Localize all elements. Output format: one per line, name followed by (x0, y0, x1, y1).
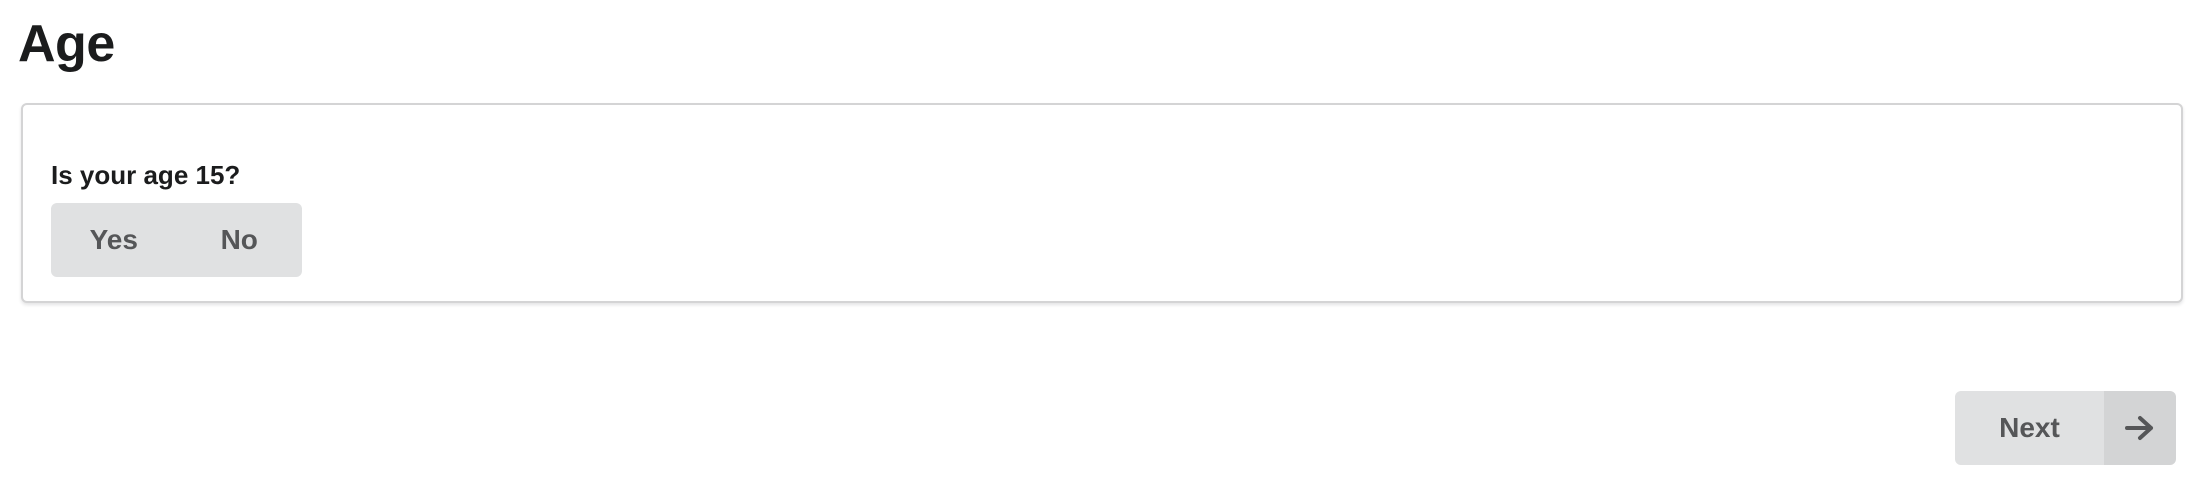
question-card: Is your age 15? Yes No (21, 103, 2183, 303)
next-button-label: Next (1955, 391, 2104, 465)
survey-page: Age Is your age 15? Yes No Next (0, 0, 2198, 490)
page-title: Age (18, 15, 115, 73)
yes-button[interactable]: Yes (51, 203, 177, 277)
arrow-right-icon (2104, 391, 2176, 465)
yes-no-choice-group: Yes No (51, 203, 302, 277)
no-button[interactable]: No (177, 203, 303, 277)
question-label: Is your age 15? (51, 160, 241, 190)
next-button[interactable]: Next (1955, 391, 2176, 465)
